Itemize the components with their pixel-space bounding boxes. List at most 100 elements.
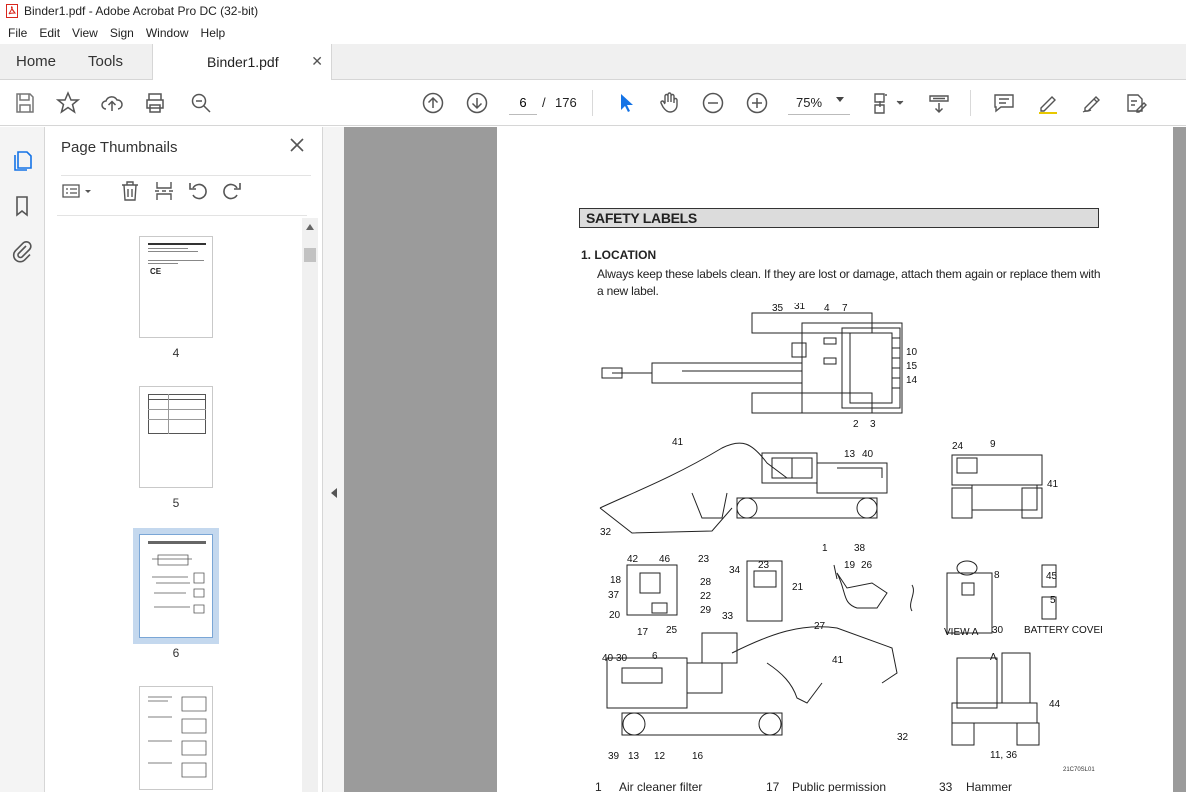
page-thumbnail-7[interactable]	[139, 686, 213, 790]
panel-title: Page Thumbnails	[61, 139, 178, 156]
rotate-clockwise-icon[interactable]	[221, 180, 243, 202]
battery-cover-label: BATTERY COVER	[1024, 625, 1102, 636]
thumbnail-diagram	[152, 554, 205, 614]
title-bar: Binder1.pdf - Adobe Acrobat Pro DC (32-b…	[0, 0, 1186, 22]
svg-text:35: 35	[772, 303, 784, 314]
close-panel-icon[interactable]	[289, 137, 305, 153]
page-separator: /	[542, 95, 546, 110]
find-zoom-icon[interactable]	[189, 91, 213, 115]
menu-view[interactable]: View	[66, 26, 104, 40]
legend-number: 33	[939, 780, 953, 792]
menu-edit[interactable]: Edit	[33, 26, 66, 40]
location-heading: 1. LOCATION	[581, 248, 657, 262]
svg-text:32: 32	[600, 527, 612, 538]
thumbnail-list: CE 4 5 6	[57, 215, 307, 792]
page-thumbnail-4[interactable]: CE	[139, 236, 213, 338]
extract-pages-icon[interactable]	[153, 180, 175, 202]
svg-text:40: 40	[862, 449, 874, 460]
page-thumbnail-6[interactable]	[133, 528, 219, 644]
window-title: Binder1.pdf - Adobe Acrobat Pro DC (32-b…	[24, 4, 259, 18]
select-cursor-icon[interactable]	[614, 91, 638, 115]
document-viewport[interactable]: SAFETY LABELS 1. LOCATION Always keep th…	[344, 127, 1186, 792]
page-fit-icon[interactable]	[872, 91, 906, 115]
svg-text:5: 5	[1050, 595, 1056, 606]
svg-text:2: 2	[853, 419, 859, 430]
svg-text:45: 45	[1046, 571, 1058, 582]
svg-text:26: 26	[861, 560, 873, 571]
highlight-pen-icon[interactable]	[1036, 91, 1060, 115]
close-tab-icon[interactable]: ✕	[311, 53, 323, 70]
attachments-icon[interactable]	[10, 239, 34, 263]
svg-text:24: 24	[952, 441, 964, 452]
thumbnail-scrollbar[interactable]	[302, 218, 318, 792]
previous-page-icon[interactable]	[421, 91, 445, 115]
legend-text: Air cleaner filter	[619, 780, 703, 792]
panel-splitter[interactable]	[322, 127, 344, 792]
svg-text:41: 41	[832, 655, 844, 666]
section-title: SAFETY LABELS	[579, 208, 1099, 228]
svg-text:40: 40	[602, 653, 614, 664]
next-page-icon[interactable]	[465, 91, 489, 115]
tab-tools[interactable]: Tools	[88, 44, 123, 80]
page-thumbnail-5[interactable]	[139, 386, 213, 488]
thumbnail-panel: Page Thumbnails CE 4 5 6	[45, 127, 322, 792]
svg-text:7: 7	[842, 303, 848, 314]
svg-text:16: 16	[692, 751, 704, 762]
svg-text:34: 34	[729, 565, 741, 576]
fill-sign-icon[interactable]	[1124, 91, 1148, 115]
safety-label-diagram: 35 31 4 7 101514 23 4113 40 321 38 24 941 42 46…	[599, 303, 1102, 762]
svg-text:13: 13	[844, 449, 856, 460]
svg-text:22: 22	[700, 591, 712, 602]
svg-text:25: 25	[666, 625, 678, 636]
svg-text:17: 17	[637, 627, 649, 638]
page-thumbnail-label: 6	[172, 646, 180, 660]
view-a-label: VIEW A	[944, 627, 979, 638]
zoom-in-icon[interactable]	[745, 91, 769, 115]
menu-help[interactable]: Help	[195, 26, 232, 40]
svg-text:14: 14	[906, 375, 918, 386]
figure-code: 21C70SL01	[1063, 767, 1095, 773]
toolbar-divider	[592, 90, 593, 116]
svg-text:37: 37	[608, 590, 620, 601]
svg-text:46: 46	[659, 554, 671, 565]
svg-text:23: 23	[698, 554, 710, 565]
page-thumbnails-icon[interactable]	[10, 149, 34, 173]
svg-text:4: 4	[824, 303, 830, 314]
zoom-out-icon[interactable]	[701, 91, 725, 115]
tab-document-label: Binder1.pdf	[207, 54, 279, 70]
svg-text:31: 31	[794, 303, 806, 312]
svg-text:41: 41	[1047, 479, 1059, 490]
scroll-up-arrow-icon[interactable]	[306, 224, 314, 230]
menu-window[interactable]: Window	[140, 26, 195, 40]
page-total: 176	[555, 95, 577, 110]
print-icon[interactable]	[143, 91, 167, 115]
bookmarks-icon[interactable]	[10, 194, 34, 218]
svg-text:44: 44	[1049, 699, 1061, 710]
svg-text:6: 6	[652, 651, 658, 662]
menu-file[interactable]: File	[2, 26, 33, 40]
upload-cloud-icon[interactable]	[100, 91, 124, 115]
acrobat-logo-icon	[6, 4, 18, 18]
tab-home[interactable]: Home	[16, 44, 56, 80]
thumbnail-options-icon[interactable]	[61, 180, 97, 202]
svg-text:1: 1	[822, 543, 828, 554]
collapse-panel-arrow-icon[interactable]	[331, 488, 337, 498]
toolbar: / 176 75%	[0, 80, 1186, 126]
save-icon[interactable]	[13, 91, 37, 115]
menu-sign[interactable]: Sign	[104, 26, 140, 40]
tab-document[interactable]: Binder1.pdf ✕	[152, 44, 332, 81]
delete-page-icon[interactable]	[119, 180, 141, 202]
rotate-counterclockwise-icon[interactable]	[187, 180, 209, 202]
zoom-level-select[interactable]: 75%	[788, 91, 850, 115]
page-number-input[interactable]	[509, 91, 537, 115]
tab-bar: Home Tools Binder1.pdf ✕	[0, 44, 1186, 81]
scrolling-mode-icon[interactable]	[927, 91, 951, 115]
svg-text:12: 12	[654, 751, 666, 762]
hand-tool-icon[interactable]	[657, 91, 681, 115]
comment-icon[interactable]	[992, 91, 1016, 115]
scrollbar-thumb[interactable]	[304, 248, 316, 262]
svg-text:21: 21	[792, 582, 804, 593]
bookmark-star-icon[interactable]	[55, 91, 81, 115]
svg-text:27: 27	[814, 621, 826, 632]
draw-pen-icon[interactable]	[1080, 91, 1104, 115]
